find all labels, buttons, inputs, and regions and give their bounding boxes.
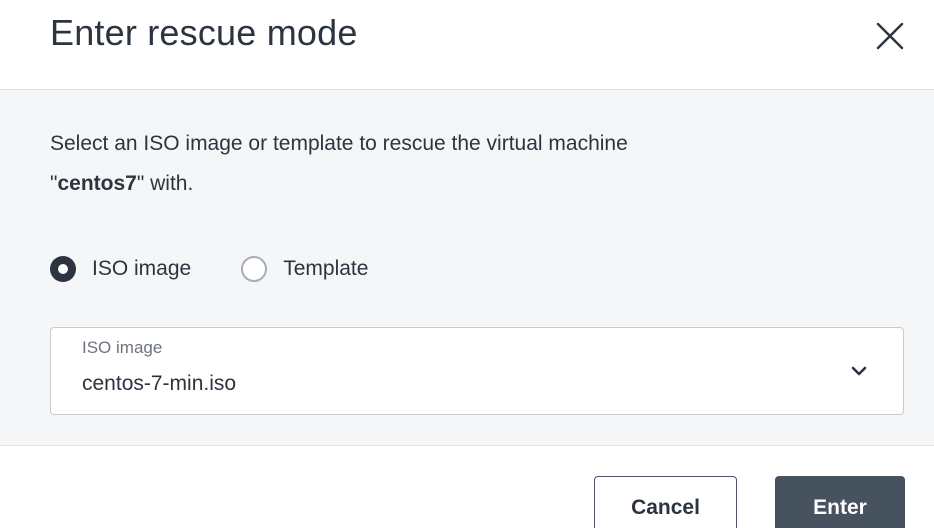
dialog-title: Enter rescue mode (50, 12, 358, 53)
radio-template-label: Template (283, 257, 369, 280)
chevron-down-icon (851, 366, 867, 376)
dialog-header: Enter rescue mode (0, 0, 934, 90)
dialog-body: Select an ISO image or template to rescu… (0, 90, 934, 446)
radio-iso-image[interactable]: ISO image (50, 256, 191, 282)
iso-image-select-value: centos-7-min.iso (82, 372, 237, 395)
iso-image-select[interactable]: ISO image centos-7-min.iso (50, 327, 904, 415)
rescue-mode-dialog: Enter rescue mode Select an ISO image or… (0, 0, 934, 528)
dialog-description: Select an ISO image or template to rescu… (50, 124, 870, 204)
radio-iso-image-label: ISO image (92, 257, 192, 280)
description-suffix: " with. (136, 172, 194, 195)
description-text: Select an ISO image or template to rescu… (50, 132, 628, 155)
dialog-footer: Cancel Enter (0, 446, 934, 528)
enter-button[interactable]: Enter (775, 476, 905, 528)
radio-template[interactable]: Template (241, 256, 368, 282)
radio-unchecked-icon[interactable] (241, 256, 268, 282)
cancel-button[interactable]: Cancel (594, 476, 737, 528)
radio-checked-icon[interactable] (50, 256, 76, 282)
source-radio-group: ISO image Template (50, 252, 418, 286)
close-icon (876, 22, 904, 50)
vm-name: centos7 (57, 172, 137, 195)
iso-image-select-label: ISO image (82, 338, 163, 357)
close-button[interactable] (870, 16, 910, 56)
